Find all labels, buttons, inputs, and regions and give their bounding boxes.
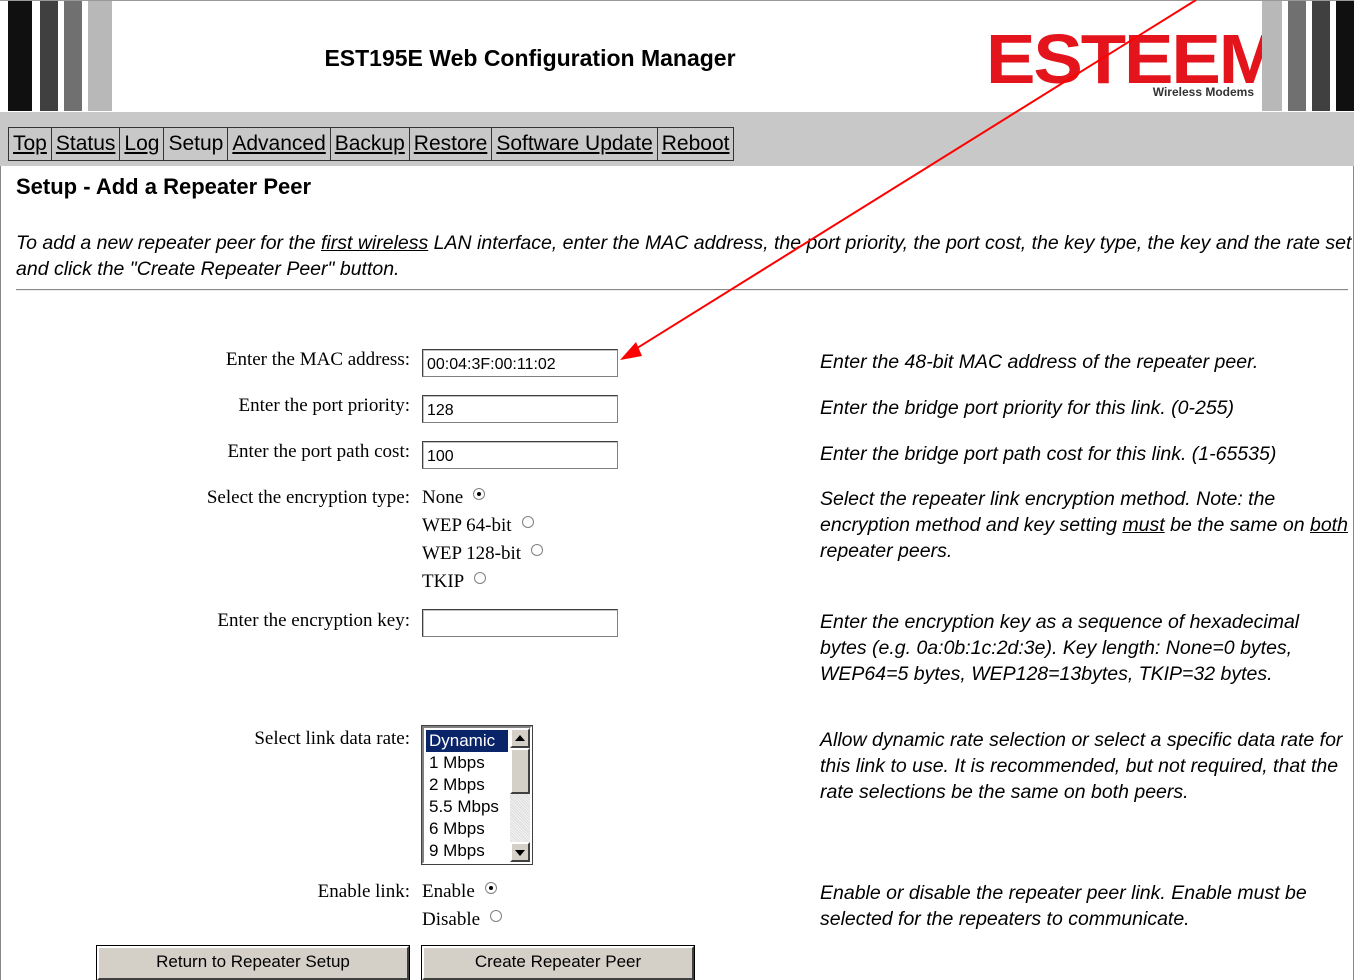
- divider: [16, 289, 1348, 291]
- rate-options: Dynamic 1 Mbps 2 Mbps 5.5 Mbps 6 Mbps 9 …: [426, 730, 508, 862]
- encryption-option-wep64[interactable]: WEP 64-bit: [422, 515, 534, 537]
- rate-listbox[interactable]: Dynamic 1 Mbps 2 Mbps 5.5 Mbps 6 Mbps 9 …: [421, 725, 533, 865]
- enable-help: Enable or disable the repeater peer link…: [820, 882, 1307, 930]
- nav-bar: Top Status Log Setup Advanced Backup Res…: [0, 112, 1354, 166]
- cost-help: Enter the bridge port path cost for this…: [820, 443, 1277, 465]
- encryption-help-must: must: [1122, 514, 1165, 536]
- return-to-repeater-setup-button[interactable]: Return to Repeater Setup: [96, 945, 410, 980]
- tab-advanced[interactable]: Advanced: [228, 128, 331, 160]
- nav-tabs: Top Status Log Setup Advanced Backup Res…: [8, 127, 735, 161]
- key-help: Enter the encryption key as a sequence o…: [820, 611, 1300, 685]
- tab-backup[interactable]: Backup: [331, 128, 410, 160]
- mac-input[interactable]: [422, 349, 618, 377]
- radio-button[interactable]: [484, 882, 497, 894]
- encryption-option-label: WEP 64-bit: [422, 515, 512, 536]
- tab-reboot[interactable]: Reboot: [658, 128, 734, 160]
- mac-label: Enter the MAC address:: [225, 349, 410, 370]
- key-input[interactable]: [422, 609, 618, 637]
- rate-help: Allow dynamic rate selection or select a…: [820, 729, 1343, 803]
- rate-option-5-5mbps[interactable]: 5.5 Mbps: [426, 796, 508, 818]
- tab-restore[interactable]: Restore: [410, 128, 493, 160]
- tab-status[interactable]: Status: [52, 128, 121, 160]
- tab-setup[interactable]: Setup: [164, 128, 229, 160]
- esteem-logo: ESTEEM Wireless Modems: [986, 20, 1280, 99]
- page-title: Setup - Add a Repeater Peer: [16, 174, 312, 199]
- priority-label: Enter the port priority:: [238, 395, 410, 416]
- tab-software-update[interactable]: Software Update: [492, 128, 658, 160]
- encryption-option-tkip[interactable]: TKIP: [422, 571, 487, 593]
- header: EST195E Web Configuration Manager ESTEEM…: [0, 0, 1354, 112]
- encryption-label: Select the encryption type:: [206, 487, 410, 508]
- arrow-up-icon: [515, 735, 525, 741]
- header-stripes-left: [8, 1, 112, 111]
- encryption-option-label: WEP 128-bit: [422, 543, 522, 564]
- encryption-help-both: both: [1309, 514, 1348, 536]
- tab-log[interactable]: Log: [120, 128, 165, 160]
- key-label: Enter the encryption key:: [217, 610, 410, 631]
- priority-help: Enter the bridge port priority for this …: [820, 397, 1235, 419]
- rate-option-6mbps[interactable]: 6 Mbps: [426, 818, 508, 840]
- enable-label: Enable link:: [317, 881, 410, 902]
- intro-text: To add a new repeater peer for the first…: [16, 230, 1352, 282]
- rate-option-dynamic[interactable]: Dynamic: [426, 730, 508, 752]
- header-title: EST195E Web Configuration Manager: [324, 45, 736, 71]
- priority-input[interactable]: [422, 395, 618, 423]
- encryption-help-part2: be the same on: [1164, 514, 1310, 536]
- rate-option-1mbps[interactable]: 1 Mbps: [426, 752, 508, 774]
- encryption-help-part3: repeater peers.: [820, 540, 953, 562]
- radio-button[interactable]: [474, 572, 487, 584]
- arrow-down-icon: [515, 850, 525, 856]
- enable-option-enable[interactable]: Enable: [422, 881, 497, 903]
- rate-option-2mbps[interactable]: 2 Mbps: [426, 774, 508, 796]
- enable-option-label: Disable: [422, 909, 481, 930]
- encryption-option-none[interactable]: None: [422, 487, 486, 509]
- rate-listbox-scrollbar[interactable]: [510, 728, 530, 862]
- cost-label: Enter the port path cost:: [227, 441, 410, 462]
- scroll-up-button[interactable]: [510, 728, 530, 748]
- intro-link-first-wireless[interactable]: first wireless: [321, 232, 428, 254]
- mac-help: Enter the 48-bit MAC address of the repe…: [820, 351, 1259, 373]
- radio-button[interactable]: [490, 910, 503, 922]
- scroll-down-button[interactable]: [510, 842, 530, 862]
- intro-text-part1: To add a new repeater peer for the: [16, 232, 321, 254]
- encryption-help: Select the repeater link encryption meth…: [820, 486, 1348, 564]
- radio-button[interactable]: [531, 544, 544, 556]
- enable-option-label: Enable: [422, 881, 475, 902]
- radio-button[interactable]: [473, 488, 486, 500]
- rate-label: Select link data rate:: [254, 728, 410, 749]
- encryption-option-label: TKIP: [422, 571, 465, 592]
- header-stripes-right: [1262, 1, 1354, 111]
- encryption-option-wep128[interactable]: WEP 128-bit: [422, 543, 544, 565]
- tab-top[interactable]: Top: [9, 128, 52, 160]
- encryption-option-label: None: [422, 487, 464, 508]
- rate-option-9mbps[interactable]: 9 Mbps: [426, 840, 508, 862]
- create-repeater-peer-button[interactable]: Create Repeater Peer: [421, 945, 695, 980]
- cost-input[interactable]: [422, 441, 618, 469]
- logo-subtitle: Wireless Modems: [1152, 85, 1254, 99]
- enable-option-disable[interactable]: Disable: [422, 909, 503, 931]
- scroll-thumb[interactable]: [510, 748, 530, 794]
- radio-button[interactable]: [521, 516, 534, 528]
